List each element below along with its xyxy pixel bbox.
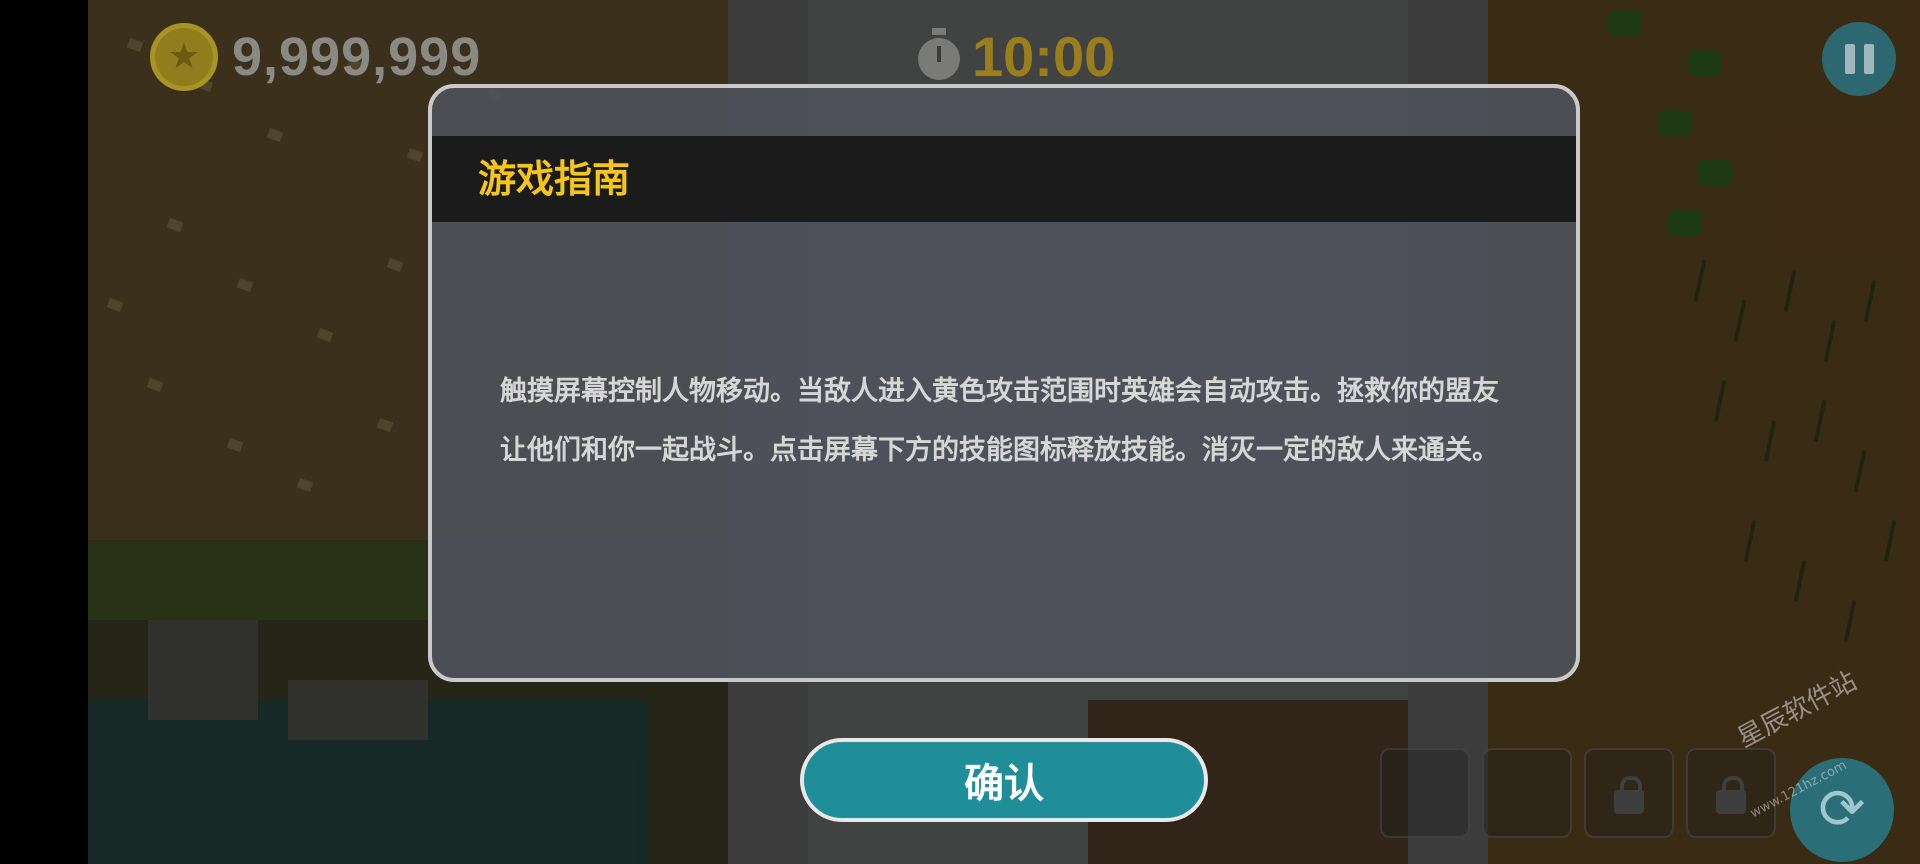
refresh-icon: ⟳ (1818, 777, 1866, 842)
lock-icon (1716, 776, 1746, 814)
skill-slot[interactable] (1686, 748, 1776, 838)
stopwatch-icon (918, 28, 960, 80)
game-guide-dialog: 游戏指南 触摸屏幕控制人物移动。当敌人进入黄色攻击范围时英雄会自动攻击。拯救你的… (428, 84, 1580, 682)
pause-button[interactable] (1822, 22, 1896, 96)
pause-icon (1863, 44, 1874, 74)
skill-slot[interactable] (1380, 748, 1470, 838)
letterbox-bar (0, 0, 88, 864)
dialog-header: 游戏指南 (432, 136, 1576, 222)
star-coin-icon: ★ (150, 23, 218, 91)
confirm-button[interactable]: 确认 (800, 738, 1208, 822)
lock-icon (1614, 776, 1644, 814)
skill-slot[interactable] (1584, 748, 1674, 838)
game-screen: ★ 9,999,999 10:00 ⟳ 游戏指南 触摸屏幕控制人物移动。当敌人进… (0, 0, 1920, 864)
level-timer: 10:00 (918, 24, 1115, 88)
dialog-body-text: 触摸屏幕控制人物移动。当敌人进入黄色攻击范围时英雄会自动攻击。拯救你的盟友让他们… (500, 376, 1499, 466)
dialog-title: 游戏指南 (478, 157, 631, 201)
skill-slot[interactable] (1482, 748, 1572, 838)
coin-counter: ★ 9,999,999 (150, 22, 481, 92)
timer-value: 10:00 (972, 24, 1116, 88)
coin-count: 9,999,999 (232, 27, 482, 87)
pause-icon (1844, 44, 1855, 74)
